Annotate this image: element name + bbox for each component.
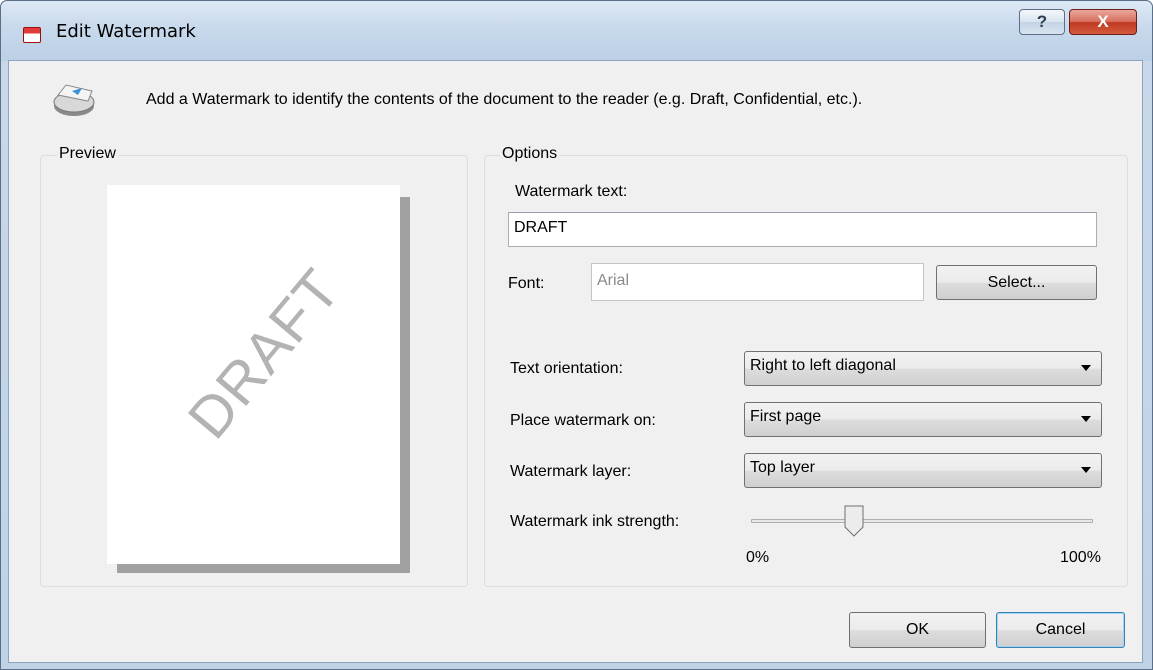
- cancel-button[interactable]: Cancel: [996, 612, 1125, 648]
- ok-button[interactable]: OK: [849, 612, 986, 648]
- preview-watermark-text: DRAFT: [175, 256, 353, 451]
- text-orientation-dropdown[interactable]: Right to left diagonal: [744, 351, 1102, 386]
- ink-strength-min: 0%: [746, 549, 770, 566]
- ink-strength-slider-track[interactable]: [751, 519, 1093, 523]
- description-text: Add a Watermark to identify the contents…: [146, 91, 863, 108]
- preview-page: DRAFT: [107, 185, 400, 564]
- text-orientation-value: Right to left diagonal: [750, 357, 896, 374]
- watermark-text-label: Watermark text:: [515, 183, 628, 200]
- close-button[interactable]: X: [1069, 9, 1137, 35]
- app-icon: [23, 27, 41, 43]
- layer-label: Watermark layer:: [510, 463, 632, 480]
- text-orientation-label: Text orientation:: [510, 360, 623, 377]
- chevron-down-icon: [1081, 365, 1091, 371]
- place-on-label: Place watermark on:: [510, 412, 656, 429]
- ink-strength-max: 100%: [1060, 549, 1101, 566]
- chevron-down-icon: [1081, 467, 1091, 473]
- select-font-button[interactable]: Select...: [936, 265, 1097, 300]
- preview-group-label: Preview: [57, 145, 118, 163]
- place-on-dropdown[interactable]: First page: [744, 402, 1102, 437]
- ink-strength-label: Watermark ink strength:: [510, 513, 680, 530]
- window-title: Edit Watermark: [56, 21, 196, 42]
- title-bar[interactable]: Edit Watermark ? X: [1, 1, 1152, 61]
- layer-dropdown[interactable]: Top layer: [744, 453, 1102, 488]
- help-button[interactable]: ?: [1019, 9, 1065, 35]
- watermark-text-input[interactable]: DRAFT: [508, 212, 1097, 247]
- ink-strength-slider-thumb[interactable]: [844, 505, 864, 537]
- options-group-label: Options: [500, 145, 560, 163]
- watermark-stamp-icon: [53, 84, 95, 116]
- place-on-value: First page: [750, 408, 822, 425]
- font-label: Font:: [508, 275, 545, 292]
- layer-value: Top layer: [750, 459, 815, 476]
- chevron-down-icon: [1081, 416, 1091, 422]
- font-field: Arial: [591, 263, 924, 301]
